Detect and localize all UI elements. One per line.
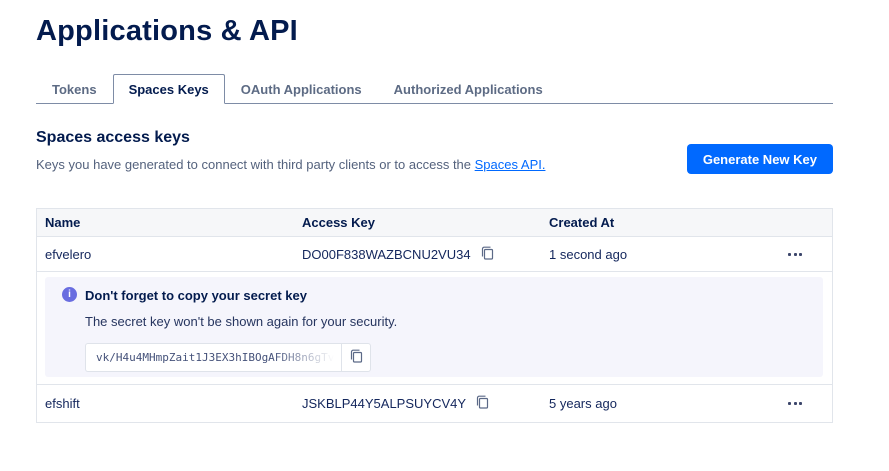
- tab-spaces-keys[interactable]: Spaces Keys: [113, 74, 225, 104]
- key-name: efshift: [37, 396, 294, 411]
- key-name: efvelero: [37, 247, 294, 262]
- secret-key-notice-cell: i Don't forget to copy your secret key T…: [37, 271, 832, 384]
- copy-access-key-button[interactable]: [481, 246, 494, 263]
- copy-icon: [350, 349, 363, 366]
- row-more-menu-button[interactable]: [786, 249, 804, 260]
- table-row: efvelero DO00F838WAZBCNU2VU34 1 second a…: [37, 237, 832, 271]
- spaces-api-link[interactable]: Spaces API.: [475, 157, 546, 172]
- generate-new-key-button[interactable]: Generate New Key: [687, 144, 833, 174]
- table-row: efshift JSKBLP44Y5ALPSUYCV4Y 5 years ago: [37, 384, 832, 422]
- page-title: Applications & API: [36, 15, 833, 48]
- info-icon: i: [62, 287, 77, 302]
- section-header: Spaces access keys Keys you have generat…: [36, 129, 833, 172]
- applications-api-page: Applications & API Tokens Spaces Keys OA…: [36, 0, 833, 423]
- spaces-keys-table: Name Access Key Created At efvelero DO00…: [36, 208, 833, 423]
- tab-tokens[interactable]: Tokens: [36, 74, 113, 104]
- access-key-value: DO00F838WAZBCNU2VU34: [302, 247, 471, 262]
- notice-title: Don't forget to copy your secret key: [85, 288, 823, 303]
- secret-key-field: vk/H4u4MHmpZait1J3EX3hIBOgAFDH8n6gTv3H: [85, 343, 371, 372]
- section-description-text: Keys you have generated to connect with …: [36, 157, 475, 172]
- copy-icon: [481, 246, 494, 263]
- row-more-menu-button[interactable]: [786, 398, 804, 409]
- notice-body: The secret key won't be shown again for …: [85, 314, 823, 329]
- secret-key-value: vk/H4u4MHmpZait1J3EX3hIBOgAFDH8n6gTv3H: [85, 343, 341, 372]
- copy-icon: [476, 395, 489, 412]
- copy-access-key-button[interactable]: [476, 395, 489, 412]
- column-header-access-key: Access Key: [294, 215, 541, 230]
- table-header-row: Name Access Key Created At: [37, 209, 832, 237]
- secret-key-notice: i Don't forget to copy your secret key T…: [45, 277, 823, 377]
- access-key-value: JSKBLP44Y5ALPSUYCV4Y: [302, 396, 466, 411]
- ellipsis-icon: [788, 253, 791, 256]
- ellipsis-icon: [788, 402, 791, 405]
- section-heading: Spaces access keys: [36, 129, 545, 147]
- created-at-value: 5 years ago: [541, 396, 786, 411]
- column-header-created-at: Created At: [541, 215, 786, 230]
- tab-oauth-applications[interactable]: OAuth Applications: [225, 74, 378, 104]
- tab-authorized-applications[interactable]: Authorized Applications: [378, 74, 559, 104]
- tab-bar: Tokens Spaces Keys OAuth Applications Au…: [36, 73, 833, 104]
- column-header-name: Name: [37, 215, 294, 230]
- copy-secret-key-button[interactable]: [341, 343, 371, 372]
- created-at-value: 1 second ago: [541, 247, 786, 262]
- section-description: Keys you have generated to connect with …: [36, 157, 545, 172]
